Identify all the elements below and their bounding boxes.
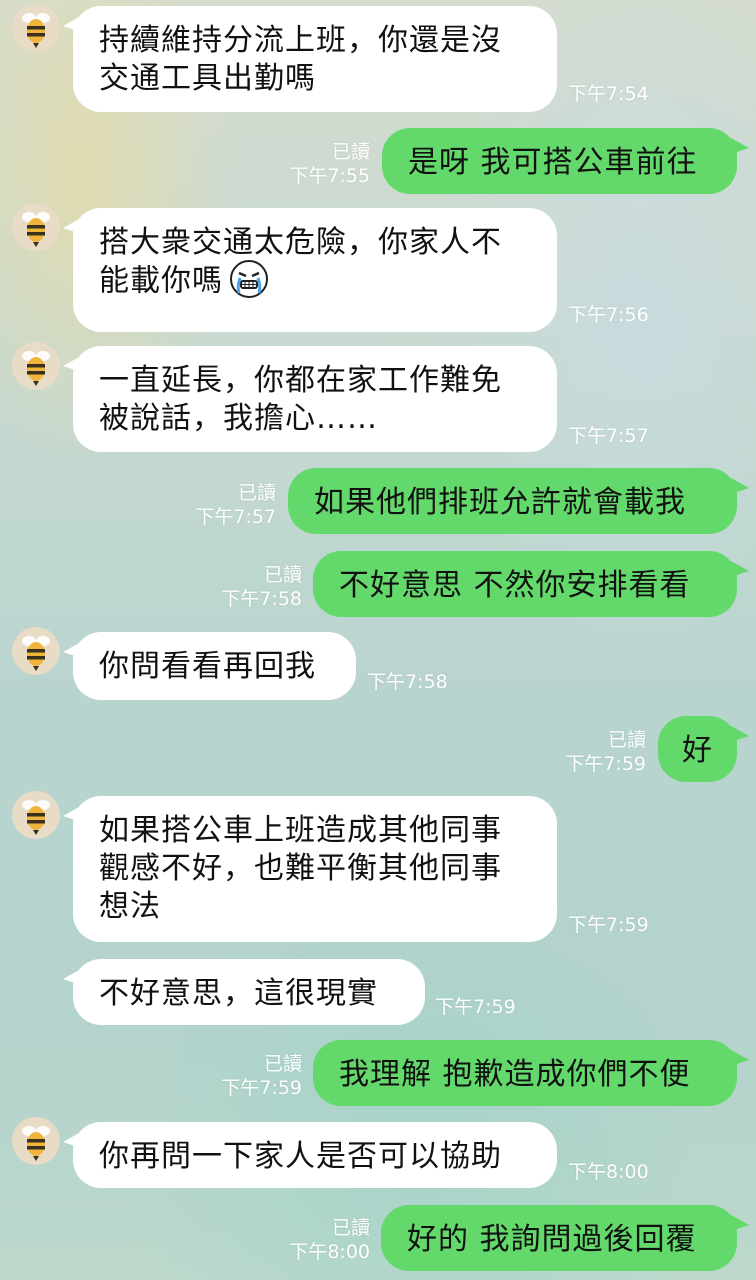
message-time: 下午7:59 [568, 914, 649, 936]
bee-icon [22, 1126, 50, 1161]
contact-avatar[interactable] [12, 791, 60, 839]
bee-icon [22, 212, 50, 247]
message-time: 下午7:56 [568, 304, 649, 326]
read-receipt: 已讀 [331, 1217, 370, 1239]
message-bubble[interactable]: 持續維持分流上班，你還是沒 交通工具出勤嗎 [63, 6, 557, 112]
contact-avatar[interactable] [12, 4, 60, 52]
message-time: 下午7:55 [289, 165, 370, 187]
message-time: 下午7:57 [195, 506, 276, 528]
message-text: 搭大衆交通太危險，你家人不 能載你嗎 [99, 225, 502, 299]
message-bubble[interactable]: 我理解 抱歉造成你們不便 [313, 1040, 749, 1106]
message-meta: 已讀 下午7:59 [202, 1052, 302, 1100]
message-bubble[interactable]: 好的 我詢問過後回覆 [381, 1205, 749, 1271]
read-receipt: 已讀 [263, 1053, 302, 1075]
read-receipt: 已讀 [263, 564, 302, 586]
read-receipt: 已讀 [607, 729, 646, 751]
message-bubble[interactable]: 一直延長，你都在家工作難免 被說話，我擔心…… [63, 346, 557, 452]
message-time: 下午7:54 [568, 83, 649, 105]
message-time: 下午7:59 [435, 996, 516, 1018]
message-bubble[interactable]: 不好意思 不然你安排看看 [313, 551, 749, 617]
message-meta: 已讀 下午7:55 [270, 140, 370, 188]
message-bubble[interactable]: 不好意思，這很現實 [63, 959, 425, 1025]
message-time: 下午7:58 [221, 588, 302, 610]
message-meta: 已讀 下午7:59 [546, 728, 646, 776]
contact-avatar[interactable] [12, 1117, 60, 1165]
message-bubble[interactable]: 好 [658, 716, 749, 782]
bee-icon [22, 636, 50, 671]
message-bubble[interactable]: 如果搭公車上班造成其他同事 觀感不好，也難平衡其他同事 想法 [63, 796, 557, 942]
bee-icon [22, 800, 50, 835]
read-receipt: 已讀 [331, 141, 370, 163]
message-time: 下午7:58 [367, 671, 448, 693]
message-time: 下午7:57 [568, 425, 649, 447]
message-bubble[interactable]: 搭大衆交通太危險，你家人不 能載你嗎 [63, 208, 557, 332]
message-time: 下午7:59 [565, 753, 646, 775]
message-bubble[interactable]: 如果他們排班允許就會載我 [288, 468, 749, 534]
message-time: 下午8:00 [289, 1241, 370, 1263]
contact-avatar[interactable] [12, 342, 60, 390]
message-meta: 已讀 下午7:58 [202, 563, 302, 611]
bee-icon [22, 351, 50, 386]
bee-icon [22, 13, 50, 48]
contact-avatar[interactable] [12, 627, 60, 675]
crying-emoji-icon [229, 259, 269, 299]
message-meta: 已讀 下午7:57 [176, 481, 276, 529]
message-bubble[interactable]: 你問看看再回我 [63, 632, 356, 700]
read-receipt: 已讀 [237, 482, 276, 504]
message-bubble[interactable]: 是呀 我可搭公車前往 [382, 128, 749, 194]
contact-avatar[interactable] [12, 203, 60, 251]
message-time: 下午7:59 [221, 1077, 302, 1099]
message-time: 下午8:00 [568, 1161, 649, 1183]
message-bubble[interactable]: 你再問一下家人是否可以協助 [63, 1122, 557, 1188]
chat-thread: 持續維持分流上班，你還是沒 交通工具出勤嗎 下午7:54 已讀 下午7:55 是… [0, 0, 756, 1280]
message-meta: 已讀 下午8:00 [270, 1216, 370, 1264]
